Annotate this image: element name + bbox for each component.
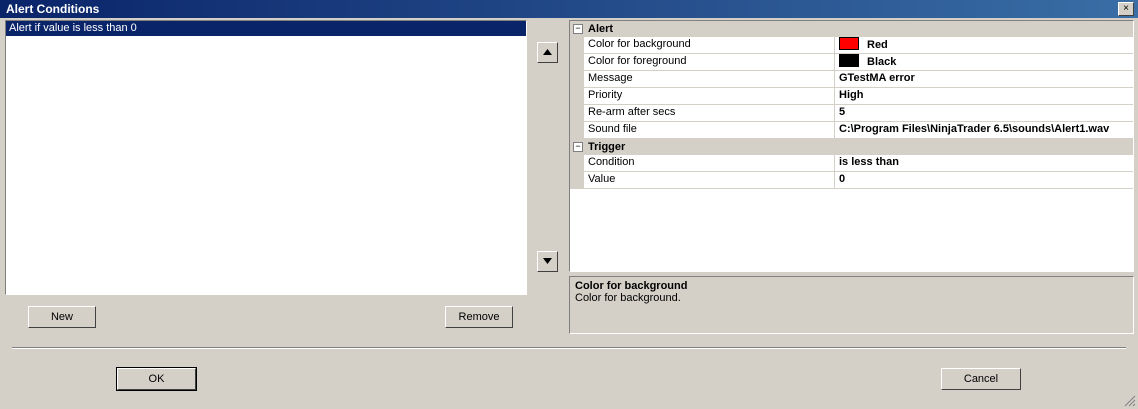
property-value[interactable]: GTestMA error xyxy=(839,71,915,86)
description-text: Color for background. xyxy=(575,292,681,304)
column-separator xyxy=(834,155,835,171)
property-name: Message xyxy=(588,72,633,84)
ok-button[interactable]: OK xyxy=(116,367,197,391)
column-separator xyxy=(834,122,835,138)
property-row[interactable]: Condition is less than xyxy=(570,155,1133,172)
property-row[interactable]: Sound file C:\Program Files\NinjaTrader … xyxy=(570,122,1133,139)
property-name: Color for background xyxy=(588,38,691,50)
description-title: Color for background xyxy=(575,280,688,292)
cancel-button[interactable]: Cancel xyxy=(941,368,1021,390)
row-gutter xyxy=(570,71,584,87)
property-name: Sound file xyxy=(588,123,637,135)
property-name: Value xyxy=(588,173,616,185)
remove-button[interactable]: Remove xyxy=(445,306,513,328)
collapse-icon[interactable]: − xyxy=(573,142,583,152)
property-name: Condition xyxy=(588,156,635,168)
property-value[interactable]: Red xyxy=(839,37,888,53)
property-value[interactable]: High xyxy=(839,88,863,103)
property-name: Priority xyxy=(588,89,623,101)
arrow-up-icon xyxy=(543,49,552,55)
conditions-list[interactable]: Alert if value is less than 0 xyxy=(5,20,527,295)
resize-grip-icon[interactable] xyxy=(1124,395,1136,407)
collapse-icon[interactable]: − xyxy=(573,24,583,34)
property-row[interactable]: Color for foreground Black xyxy=(570,54,1133,71)
row-gutter xyxy=(570,88,584,104)
property-value[interactable]: is less than xyxy=(839,155,899,170)
property-name: Color for foreground xyxy=(588,55,687,67)
row-gutter xyxy=(570,172,584,188)
move-up-button[interactable] xyxy=(537,42,558,63)
column-separator xyxy=(834,88,835,104)
property-row[interactable]: Value 0 xyxy=(570,172,1133,189)
divider xyxy=(12,347,1126,349)
column-separator xyxy=(834,37,835,53)
column-separator xyxy=(834,105,835,121)
category-label: Trigger xyxy=(588,141,626,153)
color-swatch xyxy=(839,37,859,50)
window-title: Alert Conditions xyxy=(6,2,100,16)
property-value[interactable]: 0 xyxy=(839,172,845,187)
category-trigger[interactable]: − Trigger xyxy=(570,139,1133,155)
list-item[interactable]: Alert if value is less than 0 xyxy=(6,21,526,36)
description-panel: Color for background Color for backgroun… xyxy=(569,276,1134,334)
column-separator xyxy=(834,54,835,70)
property-row[interactable]: Message GTestMA error xyxy=(570,71,1133,88)
property-value-text: Red xyxy=(867,39,888,51)
column-separator xyxy=(834,71,835,87)
row-gutter xyxy=(570,37,584,53)
move-down-button[interactable] xyxy=(537,251,558,272)
title-bar: Alert Conditions × xyxy=(0,0,1138,18)
property-value[interactable]: Black xyxy=(839,54,896,70)
category-label: Alert xyxy=(588,23,614,35)
property-value-text: Black xyxy=(867,56,897,68)
color-swatch xyxy=(839,54,859,67)
row-gutter xyxy=(570,155,584,171)
property-value[interactable]: 5 xyxy=(839,105,845,120)
property-row[interactable]: Re-arm after secs 5 xyxy=(570,105,1133,122)
property-grid: − Alert Color for background Red Color f… xyxy=(569,20,1134,272)
close-icon: × xyxy=(1123,3,1129,14)
property-row[interactable]: Priority High xyxy=(570,88,1133,105)
arrow-down-icon xyxy=(543,258,552,264)
row-gutter xyxy=(570,122,584,138)
category-alert[interactable]: − Alert xyxy=(570,21,1133,37)
property-name: Re-arm after secs xyxy=(588,106,676,118)
column-separator xyxy=(834,172,835,188)
row-gutter xyxy=(570,105,584,121)
property-value[interactable]: C:\Program Files\NinjaTrader 6.5\sounds\… xyxy=(839,122,1109,137)
property-row[interactable]: Color for background Red xyxy=(570,37,1133,54)
close-button[interactable]: × xyxy=(1118,2,1134,16)
row-gutter xyxy=(570,54,584,70)
new-button[interactable]: New xyxy=(28,306,96,328)
